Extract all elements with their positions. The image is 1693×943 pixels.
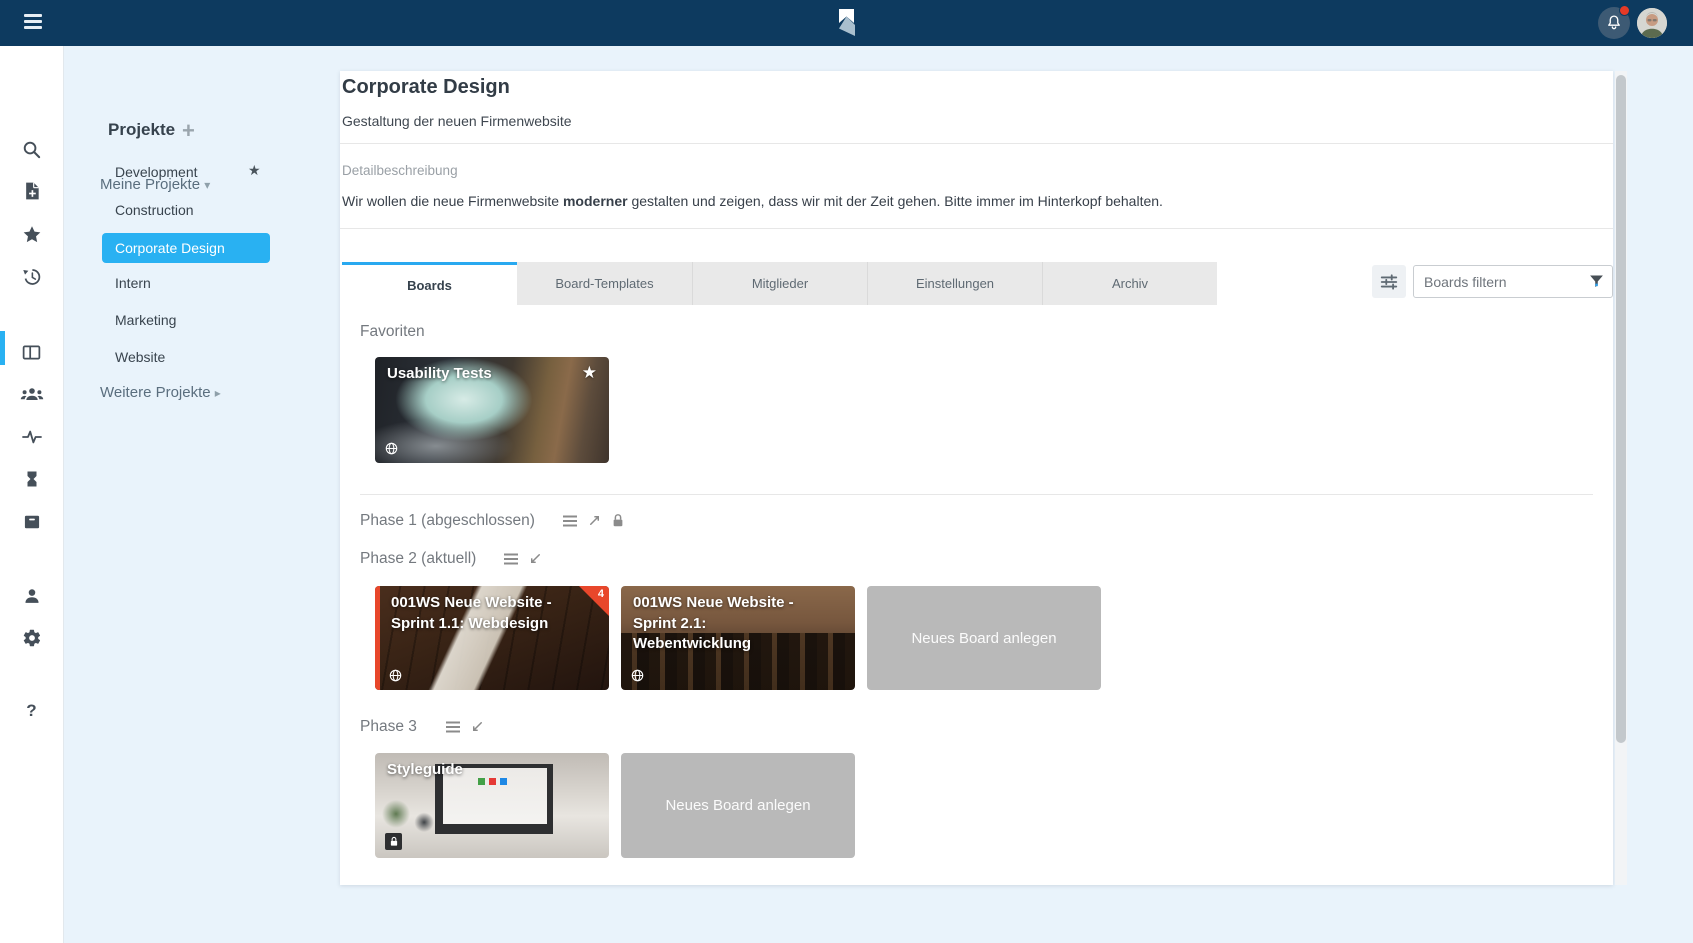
tab-mitglieder[interactable]: Mitglieder bbox=[692, 262, 867, 305]
bell-icon bbox=[1605, 13, 1623, 32]
vertical-scrollbar[interactable] bbox=[1615, 71, 1627, 885]
menu-icon[interactable] bbox=[503, 552, 519, 566]
top-bar bbox=[0, 0, 1693, 46]
page-title: Corporate Design bbox=[342, 76, 510, 99]
menu-icon[interactable] bbox=[445, 720, 461, 734]
add-document-icon[interactable] bbox=[0, 174, 63, 208]
sidebar-item-website[interactable]: Website bbox=[115, 349, 165, 365]
divider bbox=[360, 494, 1593, 495]
project-description: Wir wollen die neue Firmenwebsite modern… bbox=[342, 193, 1163, 209]
tab-bar: Boards Board-Templates Mitglieder Einste… bbox=[342, 262, 1217, 305]
hamburger-menu-icon[interactable] bbox=[24, 14, 42, 32]
group-weitere-projekte[interactable]: Weitere Projekte ▸ bbox=[100, 384, 221, 401]
profile-person-icon[interactable] bbox=[0, 579, 63, 613]
time-tracking-hourglass-icon[interactable] bbox=[0, 462, 63, 496]
help-icon[interactable]: ? bbox=[0, 694, 63, 728]
notifications-bell-button[interactable] bbox=[1598, 7, 1630, 39]
board-card-styleguide[interactable]: Styleguide bbox=[375, 753, 609, 858]
section-title-phase2: Phase 2 (aktuell) bbox=[360, 550, 476, 568]
card-accent-stripe bbox=[375, 586, 380, 690]
private-lock-chip bbox=[385, 833, 402, 850]
app-root: { "colors": { "topbar_bg": "#0d3a5f", "a… bbox=[0, 0, 1693, 943]
archive-icon[interactable] bbox=[0, 505, 63, 539]
phase2-actions bbox=[503, 551, 543, 566]
add-project-button[interactable]: + bbox=[182, 118, 195, 144]
menu-icon[interactable] bbox=[562, 514, 578, 528]
detail-description-label: Detailbeschreibung bbox=[342, 163, 458, 178]
boards-filter bbox=[1413, 265, 1613, 298]
sidebar-item-intern[interactable]: Intern bbox=[115, 275, 151, 291]
divider bbox=[340, 143, 1613, 144]
project-star-icon[interactable]: ★ bbox=[248, 162, 261, 179]
view-options-button[interactable] bbox=[1372, 265, 1406, 298]
tune-icon bbox=[1379, 272, 1399, 292]
projects-header: Projekte bbox=[108, 120, 175, 140]
filter-funnel-icon[interactable] bbox=[1588, 273, 1605, 290]
sidebar-item-corporate-design-selected[interactable]: Corporate Design bbox=[102, 233, 270, 263]
public-globe-icon bbox=[631, 669, 644, 682]
chevron-down-icon: ▾ bbox=[204, 178, 210, 192]
public-globe-icon bbox=[385, 442, 398, 455]
section-title-phase1: Phase 1 (abgeschlossen) bbox=[360, 512, 535, 530]
activity-pulse-icon[interactable] bbox=[0, 420, 63, 454]
public-globe-icon bbox=[389, 669, 402, 682]
board-card-usability-tests[interactable]: Usability Tests ★ bbox=[375, 357, 609, 463]
collapse-icon[interactable] bbox=[470, 719, 485, 734]
user-avatar[interactable] bbox=[1637, 8, 1667, 38]
team-members-icon[interactable] bbox=[0, 377, 63, 411]
tab-einstellungen[interactable]: Einstellungen bbox=[867, 262, 1042, 305]
history-icon[interactable] bbox=[0, 259, 63, 293]
projects-panel: Projekte + Meine Projekte ▾ Development … bbox=[64, 46, 340, 943]
add-board-button[interactable]: Neues Board anlegen bbox=[621, 753, 855, 858]
board-card-sprint-2-1[interactable]: 001WS Neue Website - Sprint 2.1: Webentw… bbox=[621, 586, 855, 690]
settings-gear-icon[interactable] bbox=[0, 621, 63, 655]
divider bbox=[340, 228, 1613, 229]
sidebar-item-marketing[interactable]: Marketing bbox=[115, 312, 176, 328]
boards-filter-input[interactable] bbox=[1413, 265, 1613, 298]
tab-archiv[interactable]: Archiv bbox=[1042, 262, 1217, 305]
task-count-badge bbox=[579, 586, 609, 616]
page-subtitle: Gestaltung der neuen Firmenwebsite bbox=[342, 113, 572, 129]
phase3-actions bbox=[445, 719, 485, 734]
tab-board-templates[interactable]: Board-Templates bbox=[517, 262, 692, 305]
phase1-actions bbox=[562, 513, 625, 528]
favorites-star-icon[interactable] bbox=[0, 217, 63, 251]
board-favorite-star-icon[interactable]: ★ bbox=[582, 363, 597, 383]
notification-unread-dot bbox=[1619, 5, 1630, 16]
lock-icon bbox=[389, 836, 399, 847]
section-title-phase3: Phase 3 bbox=[360, 718, 417, 736]
sidebar-item-development[interactable]: Development bbox=[115, 164, 198, 180]
section-title-favoriten: Favoriten bbox=[360, 323, 425, 341]
app-logo-icon bbox=[833, 7, 861, 39]
project-detail-panel: Corporate Design Gestaltung der neuen Fi… bbox=[340, 71, 1613, 885]
add-board-button[interactable]: Neues Board anlegen bbox=[867, 586, 1101, 690]
search-icon[interactable] bbox=[0, 132, 63, 166]
collapse-icon[interactable] bbox=[528, 551, 543, 566]
icon-rail: ? bbox=[0, 46, 64, 943]
tab-boards[interactable]: Boards bbox=[342, 262, 517, 305]
sidebar-item-construction[interactable]: Construction bbox=[115, 202, 194, 218]
lock-icon bbox=[611, 513, 625, 528]
scrollbar-thumb[interactable] bbox=[1616, 75, 1626, 743]
expand-icon[interactable] bbox=[587, 513, 602, 528]
chevron-right-icon: ▸ bbox=[215, 386, 221, 400]
boards-icon[interactable] bbox=[0, 335, 63, 369]
board-card-sprint-1-1[interactable]: 001WS Neue Website - Sprint 1.1: Webdesi… bbox=[375, 586, 609, 690]
